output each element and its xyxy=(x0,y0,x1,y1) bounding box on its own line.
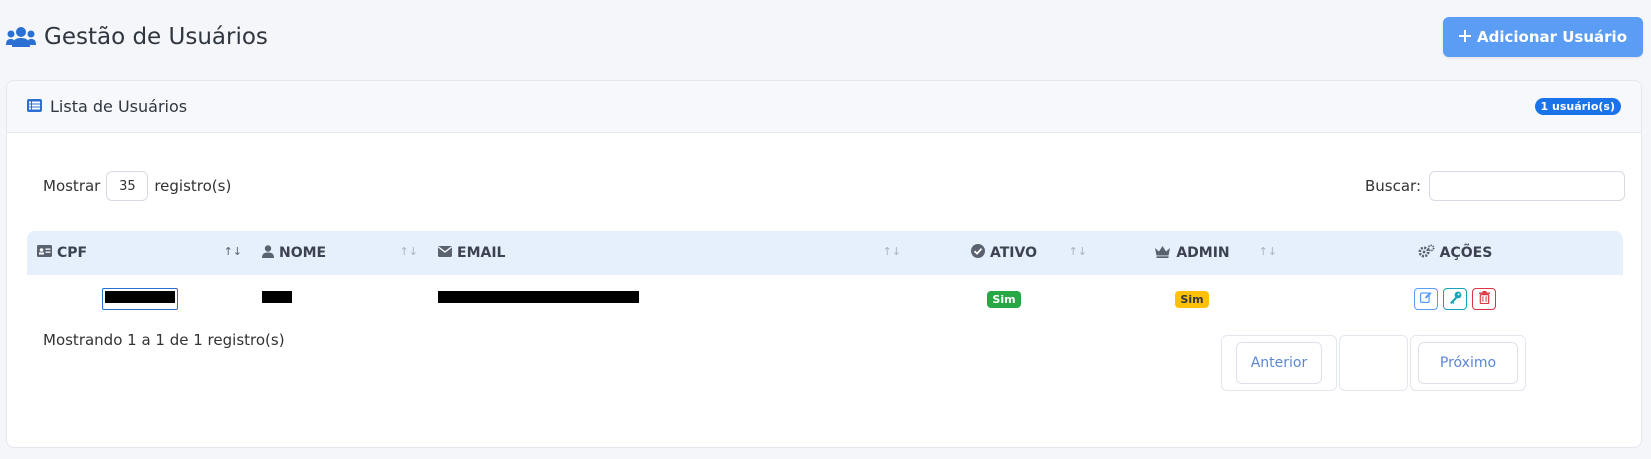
page-header: Gestão de Usuários Adicionar Usuário xyxy=(6,16,1643,58)
active-badge: Sim xyxy=(987,290,1021,308)
cell-ativo: Sim xyxy=(911,275,1097,323)
user-count-badge: 1 usuário(s) xyxy=(1534,98,1621,115)
sort-icon[interactable]: ↑↓ xyxy=(883,245,901,258)
previous-button[interactable]: Anterior xyxy=(1236,342,1322,384)
column-label: ATIVO xyxy=(990,245,1037,261)
add-user-button[interactable]: Adicionar Usuário xyxy=(1443,17,1643,57)
edit-icon xyxy=(1420,291,1432,307)
list-icon xyxy=(27,97,42,116)
pagination: Anterior Próximo xyxy=(1221,335,1526,391)
table-header-row: CPF ↑↓ NOME ↑↓ EMAIL ↑↓ ATIVO ↑↓ ADMIN ↑… xyxy=(27,231,1623,275)
envelope-icon xyxy=(438,245,452,261)
page-length-control: Mostrar registro(s) xyxy=(43,171,231,201)
card-title: Lista de Usuários xyxy=(27,97,187,116)
page-number-slot xyxy=(1339,335,1408,391)
search-control: Buscar: xyxy=(1365,171,1625,201)
table-row[interactable]: Sim Sim xyxy=(27,275,1623,323)
column-label: EMAIL xyxy=(457,245,506,261)
card-header: Lista de Usuários 1 usuário(s) xyxy=(7,81,1641,133)
column-header-nome[interactable]: NOME ↑↓ xyxy=(252,231,428,275)
delete-button[interactable] xyxy=(1472,288,1496,310)
search-label: Buscar: xyxy=(1364,177,1421,195)
table-info: Mostrando 1 a 1 de 1 registro(s) xyxy=(43,331,285,349)
records-label: registro(s) xyxy=(154,177,232,195)
column-label: NOME xyxy=(279,245,327,261)
redacted-value xyxy=(262,291,292,303)
column-header-ativo[interactable]: ATIVO ↑↓ xyxy=(911,231,1097,275)
key-icon xyxy=(1449,291,1462,308)
sort-icon[interactable]: ↑↓ xyxy=(224,245,242,258)
admin-badge: Sim xyxy=(1175,290,1209,308)
redacted-value xyxy=(104,291,175,303)
table-controls: Mostrar registro(s) Buscar: xyxy=(43,171,1625,201)
plus-icon xyxy=(1459,28,1471,46)
check-circle-icon xyxy=(971,244,985,262)
users-card: Lista de Usuários 1 usuário(s) Mostrar r… xyxy=(6,80,1642,448)
cell-acoes xyxy=(1287,275,1623,323)
add-user-label: Adicionar Usuário xyxy=(1477,28,1627,46)
column-label: CPF xyxy=(57,245,88,261)
cell-admin: Sim xyxy=(1097,275,1287,323)
page-title: Gestão de Usuários xyxy=(6,24,268,50)
row-actions xyxy=(1414,288,1496,310)
column-header-admin[interactable]: ADMIN ↑↓ xyxy=(1097,231,1287,275)
column-header-cpf[interactable]: CPF ↑↓ xyxy=(27,231,252,275)
trash-icon xyxy=(1478,290,1490,308)
cell-nome xyxy=(252,275,428,323)
reset-password-button[interactable] xyxy=(1443,288,1467,310)
users-icon xyxy=(6,25,36,49)
users-table: CPF ↑↓ NOME ↑↓ EMAIL ↑↓ ATIVO ↑↓ ADMIN ↑… xyxy=(27,231,1623,323)
crown-icon xyxy=(1154,245,1171,262)
user-icon xyxy=(262,244,274,262)
column-header-acoes: AÇÕES xyxy=(1287,231,1623,275)
cell-cpf xyxy=(27,275,252,323)
column-header-email[interactable]: EMAIL ↑↓ xyxy=(428,231,911,275)
cell-email xyxy=(428,275,911,323)
cpf-value[interactable] xyxy=(101,288,178,310)
redacted-value xyxy=(438,291,639,303)
next-button[interactable]: Próximo xyxy=(1418,342,1518,384)
column-label: AÇÕES xyxy=(1439,245,1493,261)
sort-icon[interactable]: ↑↓ xyxy=(400,245,418,258)
sort-icon[interactable]: ↑↓ xyxy=(1069,245,1087,258)
edit-button[interactable] xyxy=(1414,288,1438,310)
prev-wrapper: Anterior xyxy=(1221,335,1337,391)
page-title-text: Gestão de Usuários xyxy=(44,24,268,50)
id-card-icon xyxy=(37,245,52,261)
page-length-input[interactable] xyxy=(106,171,149,201)
column-label: ADMIN xyxy=(1176,245,1230,261)
sort-icon[interactable]: ↑↓ xyxy=(1259,245,1277,258)
show-label: Mostrar xyxy=(43,177,101,195)
next-wrapper: Próximo xyxy=(1410,335,1526,391)
search-input[interactable] xyxy=(1429,171,1625,201)
card-title-text: Lista de Usuários xyxy=(50,97,188,116)
cogs-icon xyxy=(1418,244,1435,262)
